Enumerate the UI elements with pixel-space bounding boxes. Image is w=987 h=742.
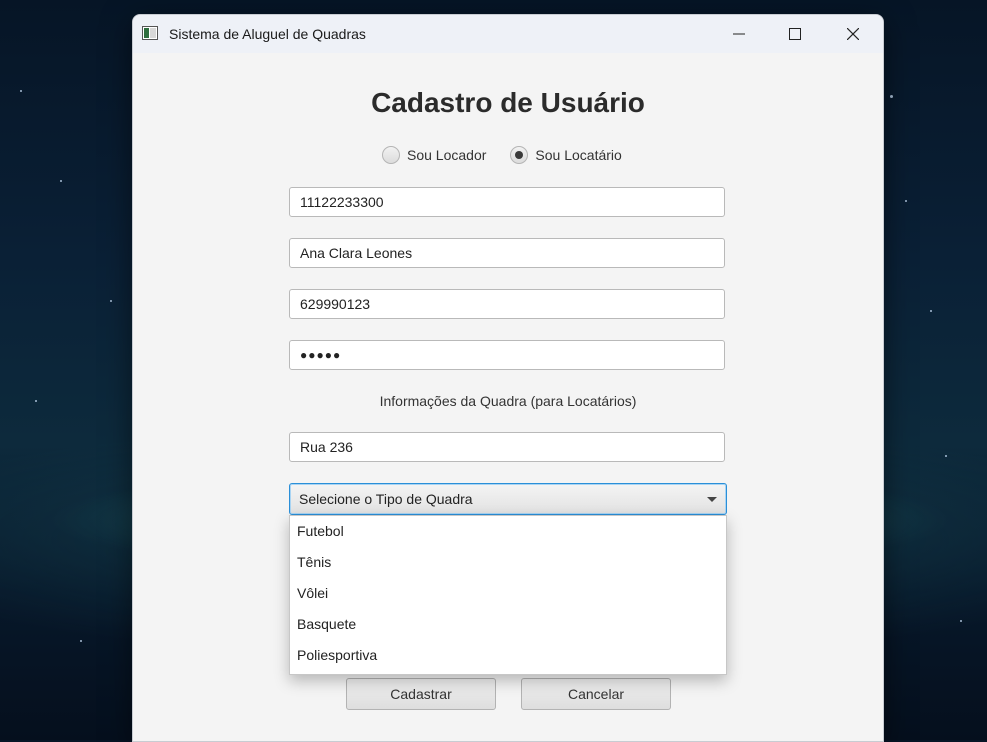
close-icon [847,28,859,40]
option-volei[interactable]: Vôlei [290,578,726,609]
minimize-icon [733,33,745,35]
title-bar: Sistema de Aluguel de Quadras [133,15,883,53]
option-futebol[interactable]: Futebol [290,516,726,547]
close-button[interactable] [825,15,881,53]
option-poliesportiva[interactable]: Poliesportiva [290,640,726,671]
maximize-button[interactable] [767,15,823,53]
section-label: Informações da Quadra (para Locatários) [379,393,637,409]
user-type-radio-group: Sou Locador Sou Locatário [382,146,646,164]
minimize-button[interactable] [711,15,767,53]
court-type-prompt: Selecione o Tipo de Quadra [299,491,473,507]
page-title: Cadastro de Usuário [371,87,645,118]
radio-locatario-label: Sou Locatário [535,147,622,163]
option-basquete[interactable]: Basquete [290,609,726,640]
address-field[interactable]: Rua 236 [289,432,725,462]
radio-locatario-circle[interactable] [510,146,529,164]
cpf-field[interactable]: 11122233300 [289,187,725,217]
radio-locador-circle[interactable] [382,146,400,164]
radio-locador-label: Sou Locador [407,147,487,163]
radio-locatario[interactable]: Sou Locatário [510,146,622,164]
radio-locador[interactable]: Sou Locador [382,146,486,164]
court-type-select[interactable]: Selecione o Tipo de Quadra [289,483,727,515]
password-field[interactable]: ●●●●● [289,340,725,370]
court-type-dropdown-list: Futebol Tênis Vôlei Basquete Poliesporti… [289,515,727,675]
app-window: Sistema de Aluguel de Quadras Cadastro d… [132,14,884,742]
maximize-icon [789,28,801,40]
phone-field[interactable]: 629990123 [289,289,725,319]
submit-button[interactable]: Cadastrar [346,678,496,710]
chevron-down-icon[interactable] [707,497,717,502]
window-title: Sistema de Aluguel de Quadras [169,26,366,42]
name-field[interactable]: Ana Clara Leones [289,238,725,268]
cancel-button[interactable]: Cancelar [521,678,671,710]
app-icon [142,26,158,40]
option-tenis[interactable]: Tênis [290,547,726,578]
